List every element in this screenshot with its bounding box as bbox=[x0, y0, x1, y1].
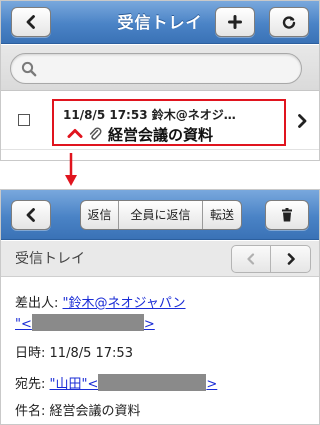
search-icon bbox=[21, 61, 37, 77]
high-priority-chevron-up-icon bbox=[67, 129, 83, 138]
search-input[interactable] bbox=[10, 53, 302, 84]
message-subject: 経営会議の資料 bbox=[108, 126, 214, 144]
next-message-button[interactable] bbox=[271, 246, 310, 272]
message-list-item[interactable]: 11/8/5 17:53 鈴木@ネオジ… 経営会議の資料 bbox=[1, 92, 319, 150]
search-bar bbox=[1, 45, 319, 91]
chevron-right-icon bbox=[287, 253, 295, 265]
compose-button[interactable] bbox=[215, 7, 255, 37]
back-button[interactable] bbox=[11, 7, 51, 37]
message-detail-panel: 返信 全員に返信 転送 受信トレイ 差出人: "鈴木@ネオジャパン "< > 日… bbox=[0, 189, 320, 425]
subject-label: 件名: bbox=[15, 404, 46, 419]
chevron-left-icon bbox=[26, 15, 35, 29]
date-value: 11/8/5 17:53 bbox=[49, 346, 133, 361]
date-label: 日時: bbox=[15, 346, 46, 361]
forward-button[interactable]: 転送 bbox=[203, 201, 241, 229]
action-segmented-control: 返信 全員に返信 転送 bbox=[80, 200, 242, 230]
subject-field: 件名: 経営会議の資料 bbox=[15, 400, 141, 419]
subject-value: 経営会議の資料 bbox=[49, 404, 141, 419]
chevron-left-icon bbox=[26, 208, 35, 222]
reply-all-button[interactable]: 全員に返信 bbox=[119, 201, 203, 229]
folder-title: 受信トレイ bbox=[15, 251, 85, 267]
paperclip-icon bbox=[89, 127, 102, 140]
date-field: 日時: 11/8/5 17:53 bbox=[15, 342, 133, 361]
reply-button[interactable]: 返信 bbox=[81, 201, 119, 229]
to-name-link[interactable]: "山田"< bbox=[50, 377, 99, 392]
back-button[interactable] bbox=[11, 200, 51, 230]
from-label: 差出人: bbox=[15, 296, 59, 311]
chevron-left-icon bbox=[247, 253, 255, 265]
from-name-link[interactable]: "鈴木@ネオジャパン bbox=[63, 296, 186, 311]
to-address-link-close[interactable]: > bbox=[206, 377, 217, 392]
message-checkbox[interactable] bbox=[18, 114, 30, 126]
redacted-email bbox=[98, 374, 207, 391]
redacted-email bbox=[31, 314, 144, 331]
message-meta: 11/8/5 17:53 鈴木@ネオジ… bbox=[63, 108, 236, 122]
from-address-line: "< > bbox=[15, 314, 155, 332]
from-address-link-close[interactable]: > bbox=[144, 317, 155, 332]
arrow-down-icon bbox=[65, 153, 77, 186]
trash-icon bbox=[282, 208, 292, 222]
from-field: 差出人: "鈴木@ネオジャパン bbox=[15, 292, 186, 311]
inbox-navbar: 受信トレイ bbox=[1, 1, 319, 44]
folder-subheader: 受信トレイ bbox=[1, 241, 319, 277]
message-pager bbox=[231, 245, 311, 273]
inbox-panel: 受信トレイ 11/8/5 17:53 鈴木@ネオジ… 経営会議の資料 bbox=[0, 0, 320, 161]
previous-message-button[interactable] bbox=[232, 246, 271, 272]
to-label: 宛先: bbox=[15, 377, 46, 392]
delete-button[interactable] bbox=[265, 200, 309, 230]
from-address-link-open[interactable]: "< bbox=[15, 317, 32, 332]
to-field: 宛先: "山田"< > bbox=[15, 373, 217, 392]
chevron-right-icon[interactable] bbox=[297, 114, 307, 128]
detail-toolbar: 返信 全員に返信 転送 bbox=[1, 190, 319, 240]
refresh-icon bbox=[282, 16, 296, 29]
plus-icon bbox=[228, 15, 242, 29]
refresh-button[interactable] bbox=[269, 7, 309, 37]
